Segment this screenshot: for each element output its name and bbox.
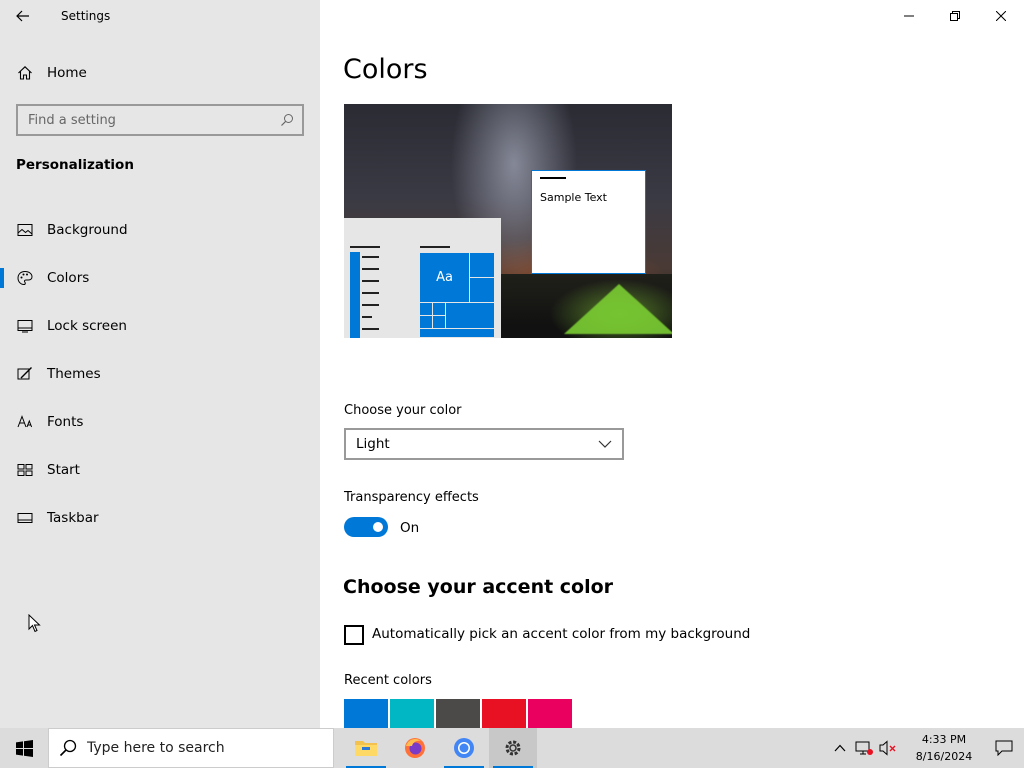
sidebar-item-lock-screen[interactable]: Lock screen xyxy=(0,302,320,350)
back-button[interactable] xyxy=(0,0,46,32)
search-icon[interactable] xyxy=(280,113,294,127)
settings-search-box[interactable] xyxy=(16,104,304,136)
start-button[interactable] xyxy=(0,728,48,768)
network-icon xyxy=(855,741,873,755)
settings-search-input[interactable] xyxy=(28,112,268,128)
firefox-icon xyxy=(405,738,425,758)
preview-start-menu: Aa xyxy=(344,218,501,338)
main-content: Colors Aa Sample Text Choose your color … xyxy=(320,0,1024,728)
file-explorer-icon xyxy=(355,741,377,756)
color-swatch[interactable] xyxy=(344,699,388,728)
system-tray: 4:33 PM 8/16/2024 xyxy=(828,728,1024,768)
back-arrow-icon xyxy=(16,10,29,22)
volume-button[interactable] xyxy=(876,728,900,768)
accent-color-heading: Choose your accent color xyxy=(343,576,614,598)
choose-color-value: Light xyxy=(356,436,390,452)
app-title: Settings xyxy=(61,9,111,23)
volume-muted-icon xyxy=(879,740,896,756)
transparency-toggle[interactable] xyxy=(344,517,388,537)
sidebar-item-fonts[interactable]: Fonts xyxy=(0,398,320,446)
minimize-icon xyxy=(904,15,914,17)
taskbar: 4:33 PM 8/16/2024 xyxy=(0,728,1024,768)
home-icon xyxy=(16,64,34,82)
close-button[interactable] xyxy=(978,0,1024,32)
selection-indicator xyxy=(0,268,4,288)
action-center-button[interactable] xyxy=(984,728,1024,768)
transparency-state: On xyxy=(400,520,420,536)
search-icon xyxy=(59,739,77,757)
section-title: Personalization xyxy=(16,157,134,173)
color-swatch[interactable] xyxy=(390,699,434,728)
taskbar-app-file-explorer[interactable] xyxy=(342,728,390,768)
clock-time: 4:33 PM xyxy=(921,733,967,746)
taskbar-clock[interactable]: 4:33 PM 8/16/2024 xyxy=(908,731,980,765)
sample-text: Sample Text xyxy=(540,191,607,204)
taskbar-icon xyxy=(16,509,34,527)
sidebar-item-start[interactable]: Start xyxy=(0,446,320,494)
sidebar-item-label: Lock screen xyxy=(47,318,127,334)
taskbar-search-box[interactable] xyxy=(48,728,334,768)
chrome-icon xyxy=(454,738,474,758)
color-swatch[interactable] xyxy=(482,699,526,728)
title-bar: Settings xyxy=(0,0,320,32)
auto-accent-checkbox[interactable] xyxy=(344,625,364,645)
transparency-label: Transparency effects xyxy=(344,490,479,505)
recent-colors-label: Recent colors xyxy=(344,673,432,688)
lock-screen-icon xyxy=(16,317,34,335)
show-hidden-icons-button[interactable] xyxy=(828,728,852,768)
taskbar-search-input[interactable] xyxy=(87,740,317,756)
windows-logo-icon xyxy=(15,739,33,757)
sidebar-item-label: Colors xyxy=(47,270,90,286)
chevron-down-icon xyxy=(598,440,612,448)
preview-sample-window: Sample Text xyxy=(531,170,646,274)
recent-colors xyxy=(344,699,572,728)
toggle-knob xyxy=(373,522,383,532)
color-preview: Aa Sample Text xyxy=(344,104,672,338)
sidebar-item-label: Background xyxy=(47,222,128,238)
network-button[interactable] xyxy=(852,728,876,768)
picture-icon xyxy=(16,221,34,239)
sidebar-item-colors[interactable]: Colors xyxy=(0,254,320,302)
sidebar-item-label: Home xyxy=(47,65,87,81)
clock-date: 8/16/2024 xyxy=(915,750,973,763)
mouse-cursor-icon xyxy=(28,614,41,633)
choose-color-label: Choose your color xyxy=(344,403,462,418)
restore-button[interactable] xyxy=(932,0,978,32)
preview-tent xyxy=(564,284,672,334)
taskbar-app-settings[interactable] xyxy=(489,728,537,768)
close-icon xyxy=(996,11,1006,21)
settings-icon xyxy=(505,740,521,756)
chevron-up-icon xyxy=(834,744,846,752)
window-controls xyxy=(886,0,1024,32)
sidebar-item-label: Taskbar xyxy=(47,510,99,526)
sidebar-item-label: Start xyxy=(47,462,80,478)
color-swatch[interactable] xyxy=(436,699,480,728)
sidebar-item-home[interactable]: Home xyxy=(0,56,320,90)
fonts-icon xyxy=(16,413,34,431)
auto-accent-label[interactable]: Automatically pick an accent color from … xyxy=(372,626,750,642)
color-swatch[interactable] xyxy=(528,699,572,728)
taskbar-app-firefox[interactable] xyxy=(391,728,439,768)
start-icon xyxy=(16,461,34,479)
minimize-button[interactable] xyxy=(886,0,932,32)
restore-icon xyxy=(950,11,960,21)
page-title: Colors xyxy=(343,54,428,85)
sidebar-item-taskbar[interactable]: Taskbar xyxy=(0,494,320,542)
sidebar-item-background[interactable]: Background xyxy=(0,206,320,254)
themes-icon xyxy=(16,365,34,383)
choose-color-dropdown[interactable]: Light xyxy=(344,428,624,460)
sidebar-nav: Background Colors Lock screen Themes Fon… xyxy=(0,206,320,542)
taskbar-app-chrome[interactable] xyxy=(440,728,488,768)
sidebar: Settings Home Personalization Background… xyxy=(0,0,320,728)
sidebar-item-label: Themes xyxy=(47,366,101,382)
palette-icon xyxy=(16,269,34,287)
sidebar-item-themes[interactable]: Themes xyxy=(0,350,320,398)
preview-tile-text: Aa xyxy=(419,252,470,303)
sidebar-item-label: Fonts xyxy=(47,414,84,430)
notification-icon xyxy=(995,740,1013,756)
